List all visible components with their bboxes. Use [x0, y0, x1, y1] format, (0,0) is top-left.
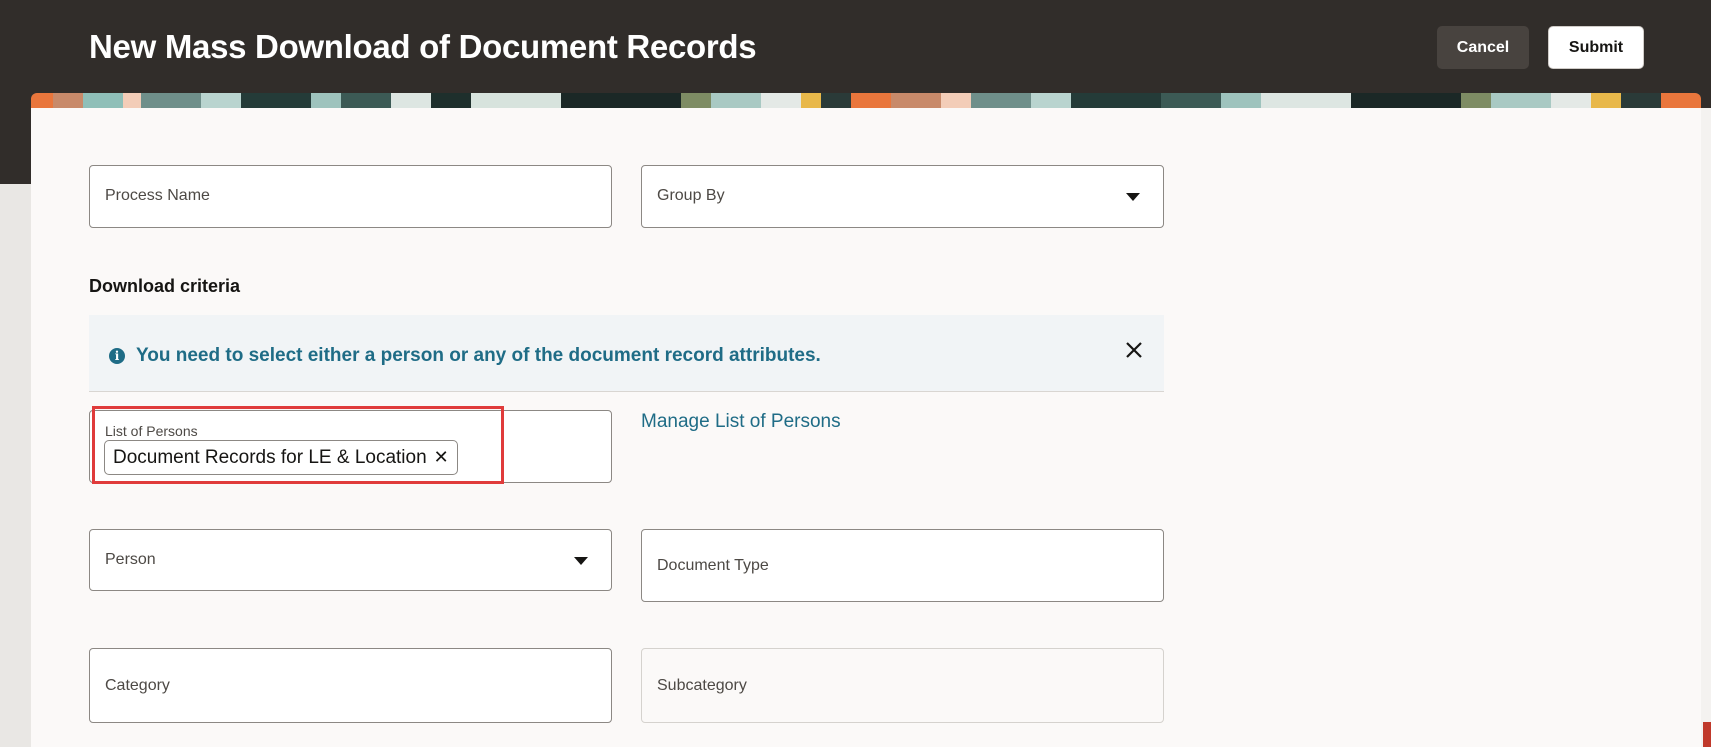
person-select[interactable]: Person: [89, 529, 612, 591]
selected-list-chip[interactable]: Document Records for LE & Location ✕: [104, 440, 458, 475]
close-icon[interactable]: [1119, 335, 1149, 365]
info-circle-icon: i: [109, 348, 125, 364]
category-label: Category: [105, 677, 170, 694]
document-type-input[interactable]: Document Type: [641, 529, 1164, 602]
banner-pattern: [31, 93, 1701, 108]
manage-list-of-persons-link[interactable]: Manage List of Persons: [641, 411, 841, 433]
page-background-right: [1701, 108, 1711, 747]
chevron-down-icon[interactable]: [574, 557, 588, 565]
list-of-persons-input[interactable]: List of Persons Document Records for LE …: [89, 410, 612, 483]
person-label: Person: [105, 551, 156, 568]
group-by-select[interactable]: Group By: [641, 165, 1164, 228]
remove-icon[interactable]: ✕: [434, 448, 449, 466]
edge-marker: [1703, 722, 1711, 747]
document-type-label: Document Type: [657, 557, 769, 574]
subcategory-label: Subcategory: [657, 677, 747, 694]
submit-button[interactable]: Submit: [1548, 26, 1644, 69]
page-background-left: [0, 184, 31, 747]
category-input[interactable]: Category: [89, 648, 612, 723]
process-name-input[interactable]: Process Name: [89, 165, 612, 228]
list-of-persons-label: List of Persons: [105, 423, 198, 439]
page-title: New Mass Download of Document Records: [89, 28, 757, 65]
cancel-button[interactable]: Cancel: [1437, 26, 1529, 69]
section-title: Download criteria: [89, 276, 241, 296]
chevron-down-icon[interactable]: [1126, 193, 1140, 201]
subcategory-input[interactable]: Subcategory: [641, 648, 1164, 723]
process-name-label: Process Name: [105, 187, 210, 204]
info-message: i You need to select either a person or …: [89, 315, 1164, 392]
chip-label: Document Records for LE & Location: [113, 446, 427, 468]
decorative-banner: [31, 93, 1701, 108]
info-message-text: You need to select either a person or an…: [136, 345, 821, 366]
group-by-label: Group By: [657, 187, 725, 204]
